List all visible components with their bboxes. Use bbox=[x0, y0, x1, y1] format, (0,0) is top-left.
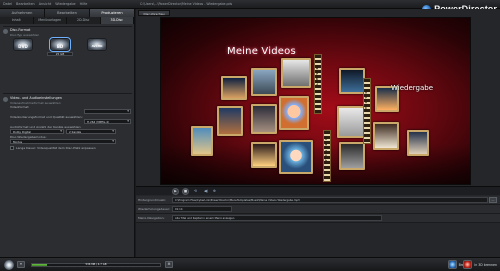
photo-thumbnail bbox=[407, 130, 429, 156]
disc-avchd-option[interactable]: AVCHD bbox=[84, 38, 110, 56]
video-format-select[interactable] bbox=[84, 109, 131, 114]
photo-thumbnail bbox=[251, 68, 277, 96]
audio-icon[interactable]: ◀) bbox=[204, 189, 208, 193]
disc-capacity-select[interactable]: 25 GB bbox=[47, 52, 73, 56]
status-bar: ▾ 536 MB / 4.7 GB ⚙ Brennen In 3D brenne… bbox=[0, 257, 500, 271]
disc-subtabs: Inhalt Menüvorlagen 2D-Disc 3D-Disc bbox=[0, 17, 134, 24]
photo-thumbnail bbox=[191, 126, 213, 156]
background-music-label: Hintergrundmusik: bbox=[138, 198, 167, 202]
photo-thumbnail bbox=[221, 76, 247, 100]
film-strip: BROADWAY bbox=[363, 78, 371, 144]
stop-button[interactable]: ■ bbox=[182, 188, 189, 195]
long-duration-label: Lange Dauer: Videoqualität dem Disc-Plat… bbox=[16, 146, 96, 150]
3d-burn-icon bbox=[463, 260, 473, 269]
menu-preview-window[interactable]: BROADWAY TIMES SQUARE BROADWAY Meine Vid… bbox=[160, 17, 471, 185]
photo-thumbnail bbox=[251, 104, 277, 134]
project-path: C:\Users\...\PowerDirector\Meine Videos … bbox=[140, 2, 233, 6]
divider bbox=[3, 26, 132, 27]
audio-format-select[interactable]: Dolby Digital bbox=[10, 129, 64, 134]
empty-area bbox=[136, 223, 500, 257]
repeat-duration-label: Wiederholungsdauer: bbox=[138, 207, 171, 211]
background-music-row: Hintergrundmusik: C:\Program Files\Cyber… bbox=[136, 196, 500, 205]
repeat-icon[interactable]: ⟲ bbox=[194, 189, 197, 193]
film-strip: TIMES SQUARE bbox=[323, 130, 331, 182]
photo-thumbnail bbox=[251, 142, 277, 168]
photo-thumbnail bbox=[281, 58, 311, 88]
film-strip: BROADWAY bbox=[314, 54, 322, 114]
long-duration-checkbox[interactable] bbox=[10, 146, 14, 150]
menu-playback-button[interactable]: Wiedergabe bbox=[391, 84, 433, 92]
photo-thumbnail bbox=[373, 122, 399, 150]
menu-bar: Datei Bearbeiten Ansicht Wiedergabe Hilf… bbox=[3, 2, 87, 6]
disc-dvd-option[interactable]: DVD bbox=[10, 38, 36, 56]
disc-icon bbox=[4, 260, 14, 270]
av-settings-title: Video- und Audioeinstellungen bbox=[10, 96, 62, 100]
strip-label: BROADWAY bbox=[315, 65, 318, 86]
menu-view[interactable]: Ansicht bbox=[39, 2, 52, 6]
disc-label: BD bbox=[56, 44, 64, 49]
zoom-icon[interactable]: ⊕ bbox=[213, 189, 216, 193]
preview-panel: Disc-Vorschau BROADWAY TIMES SQUARE BROA… bbox=[136, 9, 500, 257]
repeat-duration-row: Wiederholungsdauer: 01:14 bbox=[136, 205, 500, 214]
playback-controls: ▶ ■ ⟲ ◀) ⊕ bbox=[136, 186, 500, 195]
encoding-select[interactable]: H.264 (MPEG-4) bbox=[84, 119, 131, 124]
settings-icon[interactable]: ⚙ bbox=[165, 261, 173, 268]
playback-mode-select[interactable]: Modus bbox=[10, 139, 116, 144]
menu-help[interactable]: Hilfe bbox=[80, 2, 88, 6]
settings-panel: Inhalt Menüvorlagen 2D-Disc 3D-Disc Disc… bbox=[0, 17, 135, 257]
disc-usage-bar: 536 MB / 4.7 GB bbox=[31, 263, 161, 267]
collapse-icon[interactable] bbox=[3, 29, 8, 34]
tab-produce[interactable]: Produzieren bbox=[90, 9, 135, 17]
subtab-3d-disc[interactable]: 3D-Disc bbox=[100, 17, 134, 24]
encoding-label: Videokodierungsformat und Qualität auswä… bbox=[10, 115, 83, 119]
collapse-icon[interactable] bbox=[3, 97, 8, 102]
disc-format-title: Disc-Format bbox=[10, 28, 31, 32]
menu-file[interactable]: Datei bbox=[3, 2, 12, 6]
strip-label: TIMES SQUARE bbox=[324, 137, 327, 165]
tab-disc-preview[interactable]: Disc-Vorschau bbox=[138, 10, 170, 16]
photo-thumbnail bbox=[279, 140, 313, 174]
disc-label: DVD bbox=[18, 44, 28, 49]
disc-bd-option[interactable]: BD 25 GB bbox=[47, 37, 73, 56]
repeat-duration-value[interactable]: 01:14 bbox=[172, 206, 232, 212]
photo-thumbnail bbox=[217, 106, 243, 136]
photo-thumbnail bbox=[279, 96, 309, 130]
photo-thumbnail bbox=[339, 142, 365, 170]
disc-label: AVCHD bbox=[91, 44, 103, 48]
subtab-2d-disc[interactable]: 2D-Disc bbox=[67, 17, 101, 24]
menu-navigation-select[interactable]: Alle Titel und Kapitel in einem Menü anz… bbox=[172, 215, 382, 221]
strip-label: BROADWAY bbox=[364, 91, 367, 112]
burn-icon bbox=[447, 260, 457, 269]
menu-navigation-label: Menü-Navigation: bbox=[138, 216, 165, 220]
tab-capture[interactable]: Aufnehmen bbox=[0, 9, 45, 17]
video-format-label: Videoformat: bbox=[10, 105, 30, 109]
disc-usage-text: 536 MB / 4.7 GB bbox=[85, 263, 107, 266]
background-music-path: C:\Program Files\CyberLink\PowerDirector… bbox=[172, 197, 488, 203]
subtab-content[interactable]: Inhalt bbox=[0, 17, 34, 24]
play-button[interactable]: ▶ bbox=[172, 188, 179, 195]
burn-3d-label: In 3D brennen bbox=[474, 262, 497, 267]
disc-type-icon[interactable]: ▾ bbox=[17, 261, 25, 268]
tab-edit[interactable]: Bearbeiten bbox=[45, 9, 90, 17]
photo-thumbnail bbox=[339, 68, 365, 94]
menu-navigation-row: Menü-Navigation: Alle Titel und Kapitel … bbox=[136, 214, 500, 223]
menu-playback[interactable]: Wiedergabe bbox=[55, 2, 75, 6]
subtab-menu-templates[interactable]: Menüvorlagen bbox=[34, 17, 67, 24]
browse-button[interactable]: … bbox=[489, 197, 497, 203]
menu-title[interactable]: Meine Videos bbox=[227, 46, 296, 57]
menu-edit[interactable]: Bearbeiten bbox=[16, 2, 35, 6]
main-tabs: Aufnehmen Bearbeiten Produzieren bbox=[0, 9, 135, 17]
disc-format-subtitle: Disc-Typ auswählen bbox=[10, 33, 40, 37]
divider bbox=[3, 93, 132, 94]
audio-channels-select[interactable]: 2 Kanäle bbox=[66, 129, 116, 134]
burn-3d-button[interactable]: In 3D brennen bbox=[463, 260, 497, 269]
